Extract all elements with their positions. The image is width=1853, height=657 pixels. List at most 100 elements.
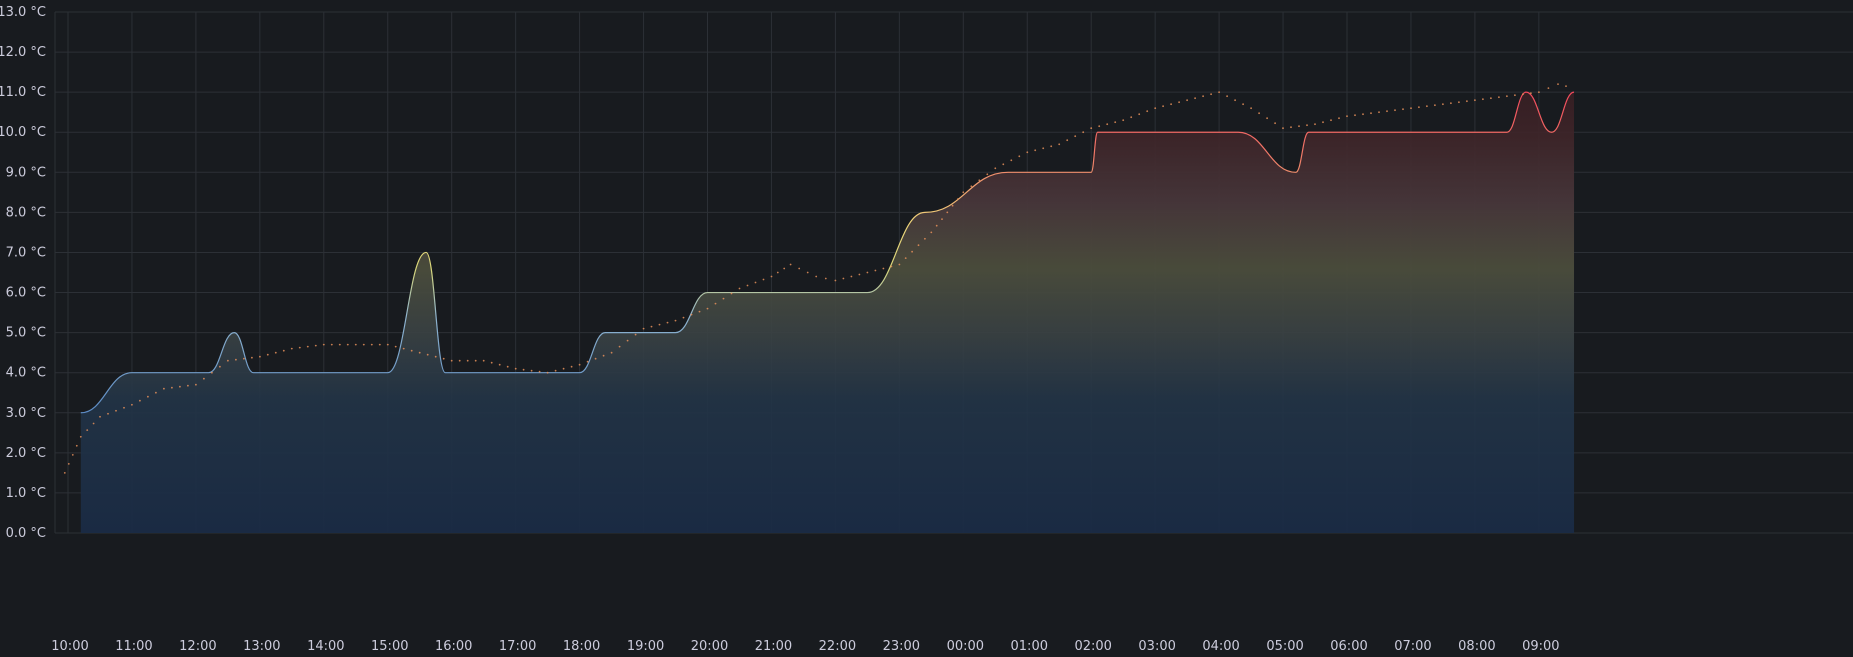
series-point (538, 370, 541, 373)
series-point (63, 472, 66, 474)
series-point (1522, 93, 1524, 96)
series-point (1386, 110, 1388, 113)
series-point (1394, 109, 1396, 112)
x-tick-label: 06:00 (1330, 639, 1367, 653)
series-point (274, 351, 277, 354)
series-point (211, 371, 213, 374)
x-tick-label: 12:00 (179, 639, 216, 653)
y-tick-label: 8.0 °C (6, 205, 46, 220)
series-point (924, 237, 926, 240)
series-point (1378, 111, 1380, 114)
x-tick-label: 22:00 (819, 639, 856, 653)
series-point (626, 339, 629, 342)
series-point (338, 343, 341, 346)
series-point (1138, 113, 1141, 116)
series-point (1226, 95, 1228, 98)
series-point (722, 297, 725, 300)
series-point (798, 267, 801, 270)
series-point (458, 359, 461, 362)
series-point (911, 250, 913, 253)
y-tick-label: 12.0 °C (0, 45, 46, 60)
series-area-fill (80, 92, 1575, 534)
series-point (570, 365, 573, 368)
series-point (658, 323, 661, 326)
y-tick-label: 10.0 °C (0, 125, 46, 140)
series-point (1130, 116, 1133, 119)
series-point (259, 355, 261, 358)
series-point (86, 429, 89, 431)
series-point (163, 387, 165, 390)
series-point (917, 244, 920, 247)
series-point (930, 231, 933, 234)
series-point (434, 355, 437, 358)
series-point (1547, 87, 1550, 89)
x-tick-label: 02:00 (1074, 639, 1111, 653)
series-point (890, 265, 893, 268)
x-axis: 10:00 11:00 12:00 13:00 14:00 15:00 16:00 17:00… (51, 639, 1559, 654)
series-point (1266, 117, 1268, 120)
series-point (67, 463, 70, 465)
y-axis: 0.0 °C 1.0 °C 2.0 °C 3.0 °C 4.0 °C 5.0 °C 6.0 … (0, 5, 46, 541)
series-point (1242, 103, 1244, 106)
series-point (219, 365, 221, 368)
series-point (1098, 125, 1101, 128)
series-point (1010, 159, 1013, 162)
series-point (941, 218, 943, 221)
x-tick-label: 17:00 (499, 639, 536, 653)
series-point (666, 321, 669, 324)
series-point (115, 409, 117, 412)
series-point (1106, 123, 1109, 126)
series-point (858, 273, 861, 276)
series-point (986, 173, 989, 176)
series-point (147, 395, 149, 398)
series-point (131, 403, 133, 406)
series-point (506, 365, 509, 368)
series-point (554, 369, 557, 372)
series-point (1066, 139, 1069, 142)
series-point (1466, 100, 1468, 103)
x-tick-label: 08:00 (1458, 639, 1495, 653)
series-point (1370, 112, 1372, 115)
series-point (426, 353, 429, 356)
series-point (410, 349, 413, 352)
y-tick-label: 5.0 °C (6, 326, 46, 341)
x-tick-label: 07:00 (1394, 639, 1431, 653)
series-point (1002, 163, 1005, 166)
series-point (266, 353, 269, 356)
series-point (99, 415, 101, 418)
series-point (978, 179, 981, 182)
series-point (1490, 97, 1492, 100)
series-point (530, 369, 533, 372)
series-point (562, 367, 565, 370)
x-tick-label: 14:00 (307, 639, 344, 653)
chart-canvas: 0.0 °C 1.0 °C 2.0 °C 3.0 °C 4.0 °C 5.0 °C 6.0 … (0, 5, 1853, 654)
series-point (1026, 151, 1029, 154)
series-point (1050, 145, 1053, 148)
series-point (203, 377, 205, 380)
series-point (1402, 108, 1404, 111)
series-point (474, 359, 477, 362)
series-point (466, 359, 469, 362)
series-point (378, 343, 381, 346)
series-point (690, 313, 693, 316)
series-point (290, 347, 293, 350)
series-point (730, 292, 733, 295)
series-point (298, 346, 301, 349)
series-point (79, 435, 82, 438)
series-point (1514, 94, 1516, 97)
series-point (123, 406, 125, 409)
series-point (1346, 115, 1348, 118)
series-point (783, 267, 786, 270)
series-point (806, 271, 809, 274)
temperature-chart: 0.0 °C 1.0 °C 2.0 °C 3.0 °C 4.0 °C 5.0 °C 6.0 … (0, 0, 1853, 654)
series-point (850, 275, 853, 278)
x-tick-label: 10:00 (51, 639, 88, 653)
series-point (1250, 107, 1252, 110)
x-tick-label: 04:00 (1202, 639, 1239, 653)
y-tick-label: 4.0 °C (6, 366, 46, 381)
series-point (1178, 101, 1180, 104)
series-point (1090, 127, 1093, 130)
series-point (1330, 119, 1332, 122)
series-point (155, 391, 157, 394)
series-point (1258, 112, 1260, 115)
